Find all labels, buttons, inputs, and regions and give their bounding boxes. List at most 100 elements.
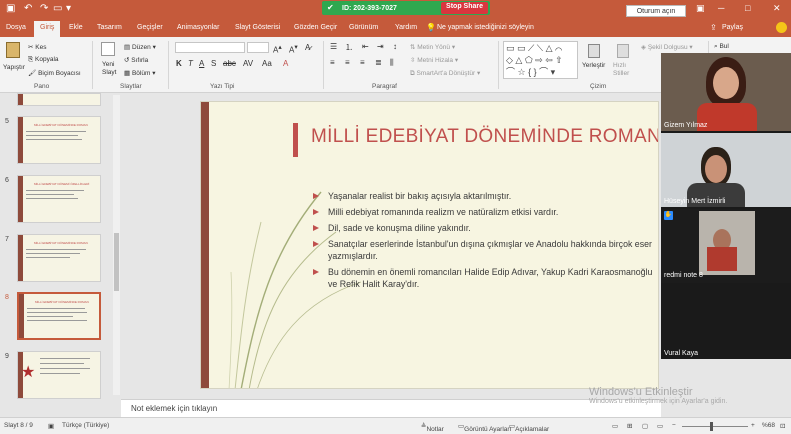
slide-title[interactable]: MİLLİ EDEBİYAT DÖNEMİNDE ROMAN [311,126,658,148]
ribbon-display-icon[interactable]: ▣ [696,3,705,14]
font-shrink-icon[interactable]: A▾ [289,43,298,55]
find-button[interactable]: ⌕ Bul [714,43,729,51]
new-slide-icon[interactable] [101,42,115,56]
tab-giris[interactable]: Giriş [34,21,61,37]
font-name-box[interactable] [175,42,245,53]
section-button[interactable]: ▦ Bölüm ▾ [124,69,155,77]
text-direction-button[interactable]: ⇅ Metin Yönü ▾ [410,43,455,51]
paste-button[interactable]: Yapıştır [3,64,25,71]
zoom-slider-thumb[interactable] [710,422,713,431]
participant-tile[interactable]: Vural Kaya [661,285,791,359]
align-right-icon[interactable]: ≡ [360,58,365,67]
font-color-icon[interactable]: A [283,59,288,68]
undo-icon[interactable]: ↶ [24,3,32,14]
close-icon[interactable]: ✕ [773,3,781,14]
layout-button[interactable]: ▤ Düzen ▾ [124,43,156,51]
slide-thumbnail-4-partial[interactable] [17,93,101,106]
tell-me-search[interactable]: Ne yapmak istediğinizi söyleyin [437,24,534,31]
slide-thumbnail-7[interactable]: MİLLİ EDEBİYAT DÖNEMİNDE ROMAN [17,234,101,282]
clear-format-icon[interactable]: A̷ [305,43,310,52]
tab-gorunum[interactable]: Görünüm [349,24,378,31]
slide-thumbnail-8-selected[interactable]: MİLLİ EDEBİYAT DÖNEMİNDE ROMAN [17,292,101,340]
line-spacing-icon[interactable]: ↕ [393,42,397,51]
normal-view-icon[interactable]: ▭ [612,422,618,430]
thumbnail-scrollbar[interactable] [113,95,120,395]
format-painter-button[interactable]: 🖌 Biçim Boyacısı [28,69,81,77]
slide-thumbnail-6[interactable]: MİLLİ EDEBİYAT DÖNEMİ ÖZELLİKLERİ [17,175,101,223]
new-slide-button[interactable]: Yeni Slayt [102,61,122,77]
maximize-icon[interactable]: □ [745,3,750,13]
slide-canvas[interactable]: MİLLİ EDEBİYAT DÖNEMİNDE ROMAN Yaşanalar… [200,101,659,389]
char-spacing-icon[interactable]: AV [243,59,253,68]
increase-indent-icon[interactable]: ⇥ [377,42,384,51]
font-grow-icon[interactable]: A▴ [273,43,282,55]
strikethrough-icon[interactable]: abc [223,59,236,68]
comments-button[interactable]: ▭ Açıklamalar [509,422,549,433]
slide-thumbnail-5[interactable]: MİLLİ EDEBİYAT DÖNEMİNDE ROMAN [17,116,101,164]
arrange-button[interactable]: Yerleştir [582,62,605,69]
tab-ekle[interactable]: Ekle [69,24,83,31]
bullets-icon[interactable]: ☰ [330,42,337,51]
slideshow-start-icon[interactable]: ▭ [53,3,62,14]
minimize-icon[interactable]: ─ [718,3,724,13]
tab-yardim[interactable]: Yardım [395,24,417,31]
zoom-in-icon[interactable]: + [751,422,755,429]
tab-tasarim[interactable]: Tasarım [97,24,122,31]
change-case-icon[interactable]: Aa [262,59,272,68]
zoom-slider[interactable] [682,422,748,431]
tab-gozden-gecir[interactable]: Gözden Geçir [294,24,337,31]
stop-share-button[interactable]: Stop Share [441,2,488,14]
columns-icon[interactable]: ⫼ [390,58,394,68]
align-left-icon[interactable]: ≡ [330,58,335,67]
notes-pane[interactable]: Not eklemek için tıklayın [121,399,661,417]
slide-thumbnail-9[interactable]: ★ [17,351,101,399]
quick-styles-icon[interactable] [617,44,629,58]
justify-icon[interactable]: ≣ [375,58,382,67]
participant-tile[interactable]: Gizem Yılmaz [661,53,791,131]
cut-button[interactable]: ✂ Kes [28,43,46,51]
notes-toggle[interactable]: ≜ Notlar [421,422,444,433]
scroll-thumb[interactable] [114,233,119,291]
redo-icon[interactable]: ↷ [40,3,48,14]
language-indicator[interactable]: Türkçe (Türkiye) [62,422,109,429]
search-icon: ⌕ [714,43,718,50]
font-size-box[interactable] [247,42,269,53]
tab-slayt-gosterisi[interactable]: Slayt Gösterisi [235,24,280,31]
customize-toolbar-icon[interactable]: ▾ [66,3,71,14]
numbering-icon[interactable]: ⒈ [345,42,353,53]
reset-icon: ↺ [124,57,130,64]
tab-dosya[interactable]: Dosya [6,24,26,31]
spellcheck-icon[interactable]: ▣ [48,422,54,430]
feedback-smiley-icon[interactable] [776,22,787,33]
copy-button[interactable]: ⎘ Kopyala [28,56,59,64]
zoom-out-icon[interactable]: − [672,422,676,429]
view-settings-button[interactable]: ▭ Görüntü Ayarları [458,422,511,433]
shadow-icon[interactable]: S [211,59,216,68]
tab-animasyonlar[interactable]: Animasyonlar [177,24,219,31]
reset-button[interactable]: ↺ Sıfırla [124,56,148,64]
sorter-view-icon[interactable]: ⊞ [627,422,632,430]
tab-gecisler[interactable]: Geçişler [137,24,163,31]
shape-fill-button[interactable]: ◈ Şekil Dolgusu ▾ [641,43,693,51]
slide-bullet-list[interactable]: Yaşanalar realist bir bakış açısıyla akt… [313,190,658,294]
participant-tile[interactable]: Hüseyin Mert İzmirli [661,133,791,207]
fit-window-icon[interactable]: ⊡ [780,422,785,430]
quick-styles-button[interactable]: Hızlı Stiller [613,62,637,78]
italic-icon[interactable]: T [188,59,193,68]
smartart-button[interactable]: ⧉ SmartArt'a Dönüştür ▾ [410,69,480,78]
slideshow-view-icon[interactable]: ▭ [657,422,663,430]
signin-button[interactable]: Oturum açın [626,5,686,17]
decrease-indent-icon[interactable]: ⇤ [362,42,369,51]
share-button[interactable]: Paylaş [722,24,743,31]
arrange-icon[interactable] [588,44,600,58]
save-icon[interactable]: ▣ [6,3,15,14]
paste-icon[interactable] [6,42,20,58]
reading-view-icon[interactable]: ▢ [642,422,648,430]
align-text-button[interactable]: ⇳ Metni Hizala ▾ [410,56,458,64]
underline-icon[interactable]: A [199,59,204,68]
align-center-icon[interactable]: ≡ [345,58,350,67]
participant-tile[interactable]: ✋ redmi note 8 [661,209,791,283]
zoom-level[interactable]: %68 [762,422,775,429]
shapes-gallery[interactable]: ▭ ▭ ⟋ ⟍ △ ⌒ ◇ △ ⬠ ⇨ ⇦ ⇧ ⌒ ☆ { } ⌒ ▾ [503,41,578,79]
bold-icon[interactable]: K [176,59,182,68]
